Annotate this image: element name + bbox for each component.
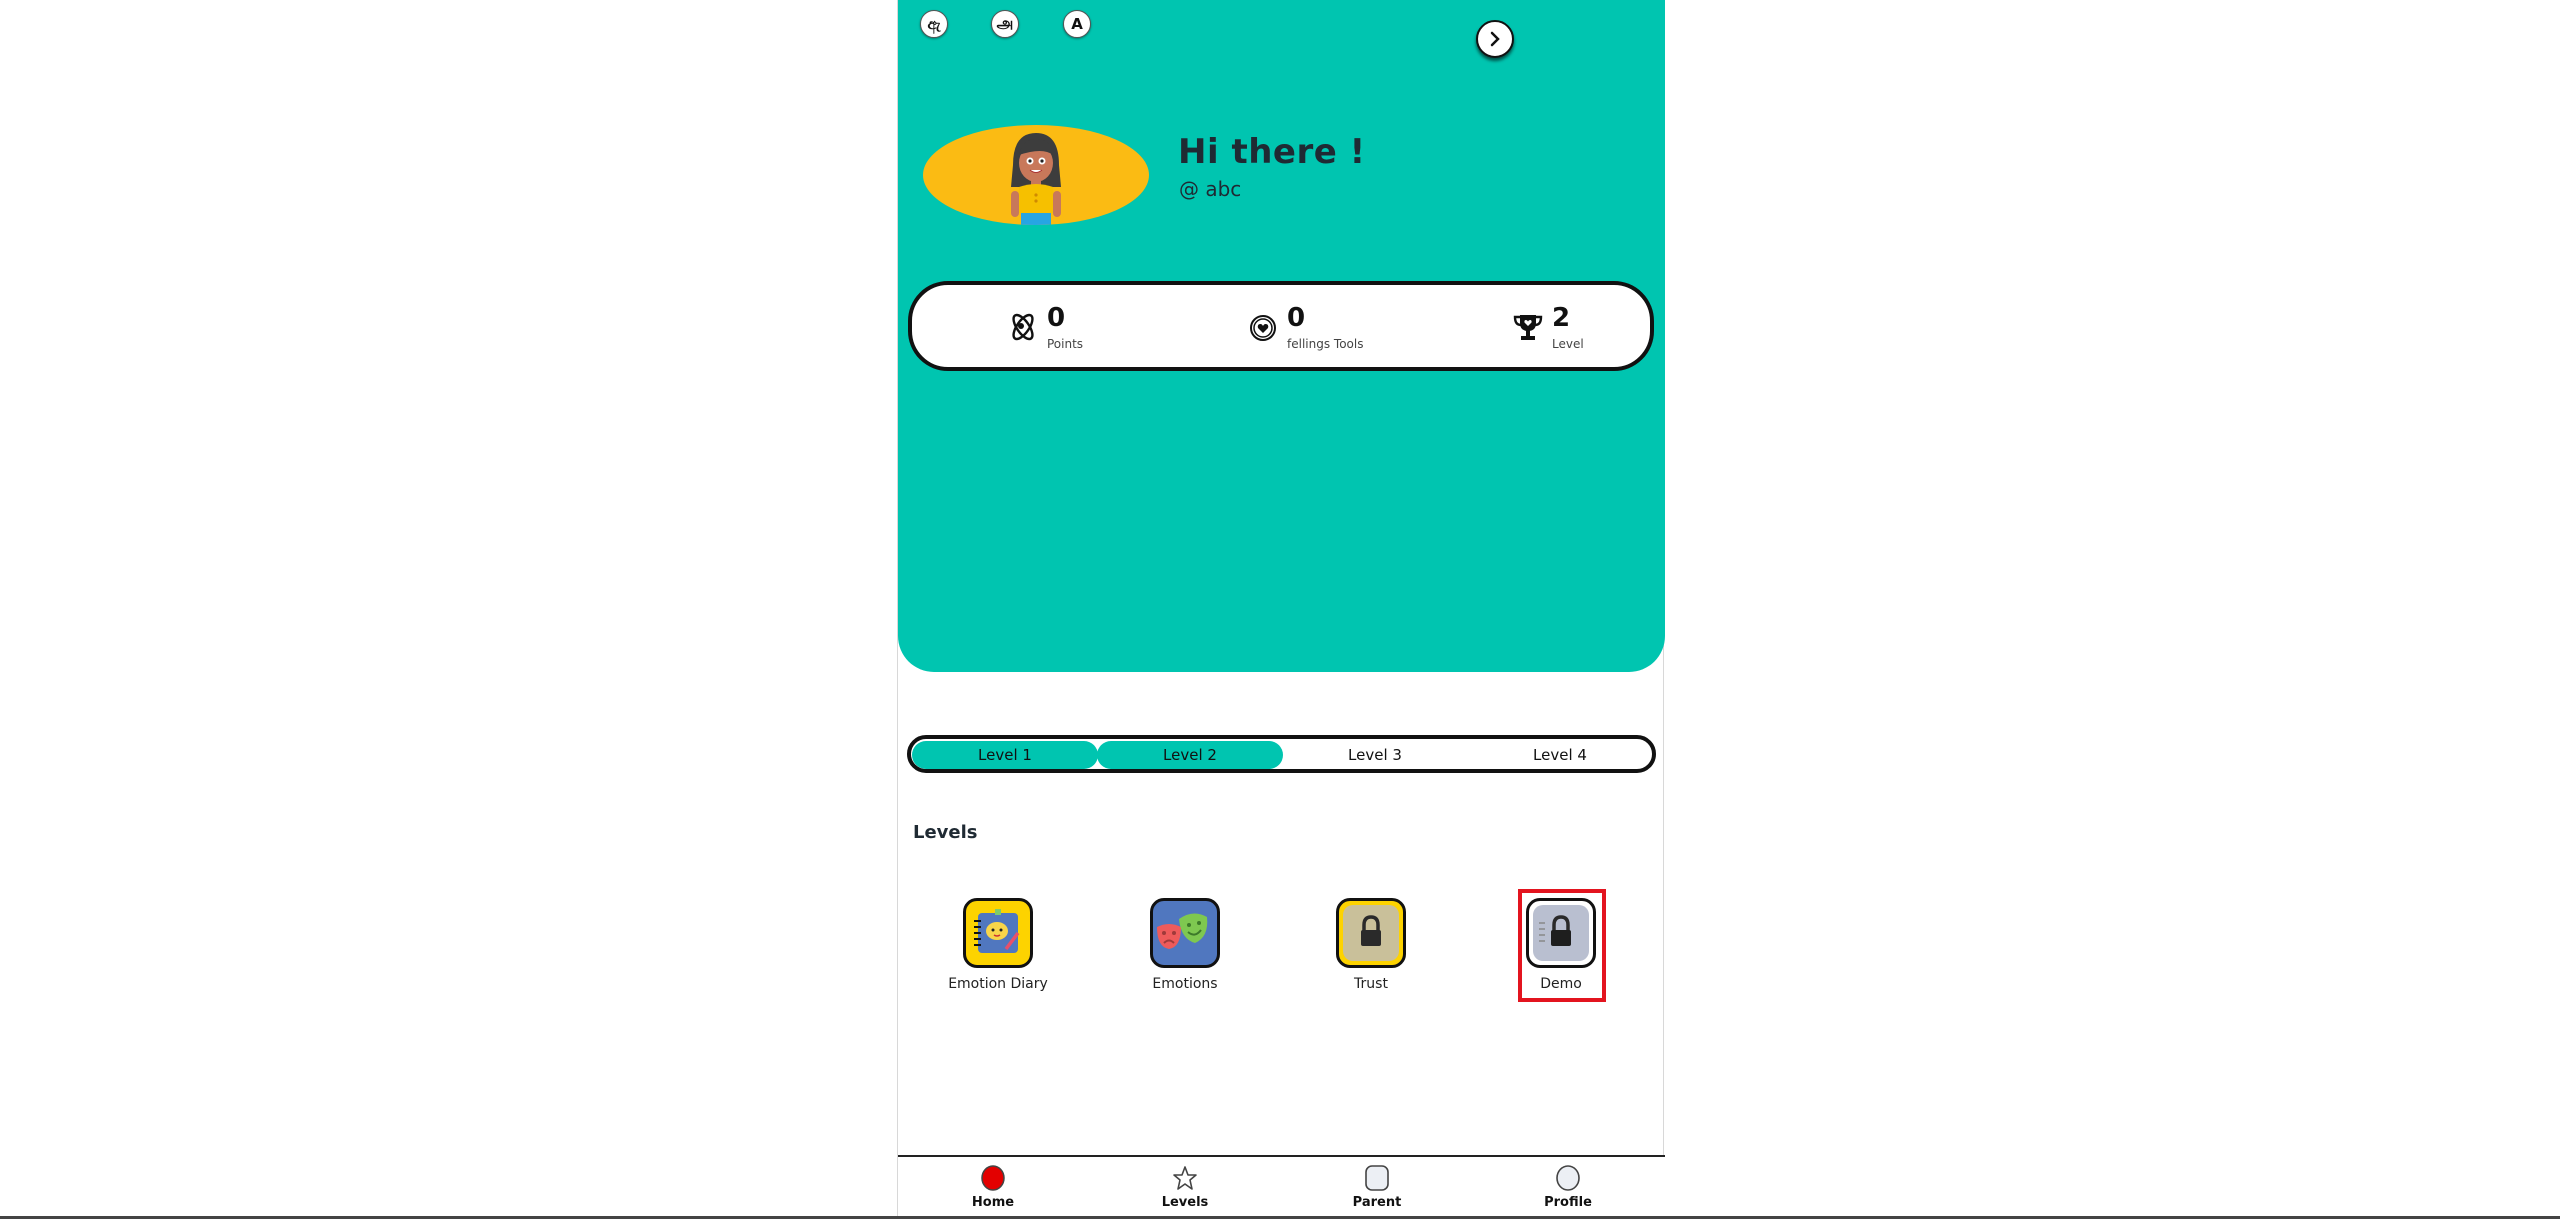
stat-label: fellings Tools bbox=[1287, 337, 1364, 351]
girl-avatar-icon bbox=[1011, 133, 1061, 225]
stat-points: 0 Points bbox=[1007, 305, 1083, 351]
language-sinhala-button[interactable]: ඇ bbox=[920, 10, 948, 38]
level-tile-trust[interactable]: Trust bbox=[1311, 898, 1431, 992]
language-tamil-button[interactable]: அ bbox=[991, 10, 1019, 38]
level-step-4[interactable]: Level 4 bbox=[1467, 741, 1653, 769]
selection-highlight bbox=[1518, 889, 1606, 1002]
emotions-masks-icon bbox=[1150, 898, 1220, 968]
trust-icon bbox=[1336, 898, 1406, 968]
stat-label: Level bbox=[1552, 337, 1584, 351]
greeting-title: Hi there ! bbox=[1178, 132, 1366, 172]
heart-badge-icon bbox=[1250, 315, 1276, 341]
nav-label: Profile bbox=[1544, 1195, 1592, 1210]
level-tile-label: Emotions bbox=[1152, 976, 1218, 992]
level-step-3[interactable]: Level 3 bbox=[1282, 741, 1468, 769]
circle-icon bbox=[1556, 1165, 1580, 1191]
nav-levels[interactable]: Levels bbox=[1135, 1165, 1235, 1210]
trophy-icon bbox=[1513, 315, 1543, 340]
bottom-nav: Home Levels Parent Profile bbox=[898, 1155, 1665, 1219]
lock-icon bbox=[1361, 915, 1381, 946]
home-icon bbox=[981, 1165, 1005, 1191]
level-step-1[interactable]: Level 1 bbox=[912, 741, 1098, 769]
next-button[interactable] bbox=[1476, 20, 1514, 58]
square-icon bbox=[1365, 1165, 1389, 1191]
nav-label: Levels bbox=[1161, 1195, 1209, 1210]
level-step-2[interactable]: Level 2 bbox=[1097, 741, 1283, 769]
language-english-button[interactable]: A bbox=[1063, 10, 1091, 38]
nav-home[interactable]: Home bbox=[943, 1165, 1043, 1210]
username: @ abc bbox=[1179, 177, 1242, 201]
app-screen: ඇ அ A Hi there ! @ abc 0 Points 0 fellin… bbox=[897, 0, 1665, 1219]
language-label: A bbox=[1071, 15, 1083, 33]
level-tile-label: Emotion Diary bbox=[948, 976, 1048, 992]
language-label: ඇ bbox=[927, 15, 941, 33]
nav-parent[interactable]: Parent bbox=[1327, 1165, 1427, 1210]
stat-label: Points bbox=[1047, 337, 1084, 351]
avatar bbox=[923, 125, 1149, 225]
levels-heading: Levels bbox=[913, 822, 978, 843]
chevron-right-icon bbox=[1490, 31, 1500, 47]
level-tile-label: Trust bbox=[1354, 976, 1388, 992]
stat-value: 0 bbox=[1287, 303, 1306, 333]
nav-label: Parent bbox=[1352, 1195, 1402, 1210]
level-tile-emotion-diary[interactable]: Emotion Diary bbox=[938, 898, 1058, 992]
level-progress-bar: Level 1 Level 2 Level 3 Level 4 bbox=[907, 735, 1656, 773]
stat-value: 0 bbox=[1047, 303, 1066, 333]
profile-header: ඇ அ A Hi there ! @ abc 0 Points 0 fellin… bbox=[898, 0, 1665, 672]
stat-value: 2 bbox=[1552, 303, 1571, 333]
stat-level: 2 Level bbox=[1512, 305, 1584, 351]
stats-card: 0 Points 0 fellings Tools 2 Level bbox=[908, 281, 1654, 371]
nav-label: Home bbox=[971, 1195, 1015, 1210]
star-icon bbox=[1173, 1166, 1197, 1190]
stat-feelings-tools: 0 fellings Tools bbox=[1247, 305, 1363, 351]
level-tile-emotions[interactable]: Emotions bbox=[1125, 898, 1245, 992]
emotion-diary-icon bbox=[963, 898, 1033, 968]
nav-profile[interactable]: Profile bbox=[1518, 1165, 1618, 1210]
language-label: அ bbox=[996, 14, 1014, 32]
atom-icon bbox=[1012, 313, 1034, 341]
